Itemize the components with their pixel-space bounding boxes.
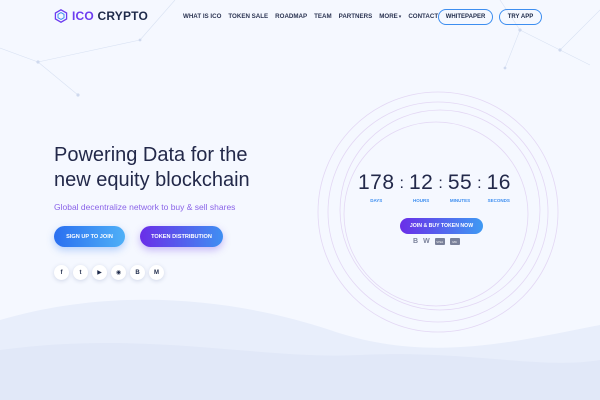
brand-name-part1: ICO (72, 9, 94, 23)
nav-item-more[interactable]: MORE▾ (379, 13, 401, 20)
countdown-seconds-label: SECONDS (487, 198, 510, 203)
try-app-button[interactable]: TRY APP (499, 9, 542, 25)
whitepaper-button[interactable]: WHITEPAPER (438, 9, 493, 25)
logo-hexagon-icon (54, 9, 68, 23)
nav-item-team[interactable]: TEAM (314, 13, 332, 20)
nav-item-partners[interactable]: PARTNERS (339, 13, 373, 20)
brand-name: ICO CRYPTO (72, 9, 148, 23)
bitcoin-icon[interactable]: B (130, 265, 145, 280)
sign-up-button[interactable]: SIGN UP TO JOIN (54, 226, 125, 247)
countdown-separator: : (399, 175, 404, 192)
countdown-timer: 178 DAYS : 12 HOURS : 55 MINUTES : 16 SE… (358, 171, 511, 204)
countdown-separator: : (477, 175, 482, 192)
mastercard-text: MC (452, 239, 457, 244)
github-icon[interactable]: ◉ (111, 265, 126, 280)
countdown-days-label: DAYS (370, 198, 383, 203)
twitter-icon[interactable]: t (73, 265, 88, 280)
nav-item-token-sale[interactable]: TOKEN SALE (228, 13, 268, 20)
chevron-down-icon: ▾ (398, 14, 402, 20)
countdown-days-value: 178 (358, 171, 395, 194)
main-nav: WHAT IS ICO TOKEN SALE ROADMAP TEAM PART… (183, 13, 438, 20)
nav-item-roadmap[interactable]: ROADMAP (275, 13, 307, 20)
wemoney-icon: W (423, 238, 430, 245)
countdown-separator: : (438, 175, 443, 192)
brand-logo[interactable]: ICO CRYPTO (54, 9, 148, 23)
youtube-icon[interactable]: ▶ (92, 265, 107, 280)
countdown-hours: 12 HOURS (409, 171, 434, 204)
facebook-icon[interactable]: f (54, 265, 69, 280)
countdown-minutes-value: 55 (447, 171, 473, 194)
visa-card-text: VISA (436, 239, 444, 244)
payment-methods: B W VISA MC (413, 238, 460, 245)
countdown-hours-label: HOURS (413, 198, 430, 203)
hero-headline-line1: Powering Data for the (54, 144, 248, 166)
visa-card-icon: VISA (434, 238, 445, 245)
hero-subheadline: Global decentralize network to buy & sel… (54, 202, 236, 212)
countdown-hours-value: 12 (409, 171, 434, 194)
nav-item-what-is-ico[interactable]: WHAT IS ICO (183, 13, 221, 20)
bitcoin-icon: B (413, 238, 419, 245)
countdown-seconds-value: 16 (486, 171, 511, 194)
hero-headline: Powering Data for the new equity blockch… (54, 143, 314, 193)
join-buy-token-button[interactable]: JOIN & BUY TOKEN NOW (400, 218, 483, 234)
brand-name-part2: CRYPTO (97, 9, 149, 23)
nav-item-more-label: MORE (379, 13, 398, 20)
countdown-seconds: 16 SECONDS (486, 171, 511, 204)
bottom-wave-decoration (0, 299, 600, 400)
countdown-minutes-label: MINUTES (449, 198, 471, 203)
countdown-days: 178 DAYS (358, 171, 395, 204)
social-links: f t ▶ ◉ B M (54, 265, 164, 280)
token-distribution-button[interactable]: TOKEN DISTRIBUTION (140, 226, 223, 247)
nav-item-contact[interactable]: CONTACT (408, 13, 438, 20)
hero-headline-line2: new equity blockchain (54, 169, 250, 191)
mastercard-icon: MC (449, 238, 460, 245)
medium-icon[interactable]: M (149, 265, 164, 280)
countdown-minutes: 55 MINUTES (447, 171, 473, 204)
